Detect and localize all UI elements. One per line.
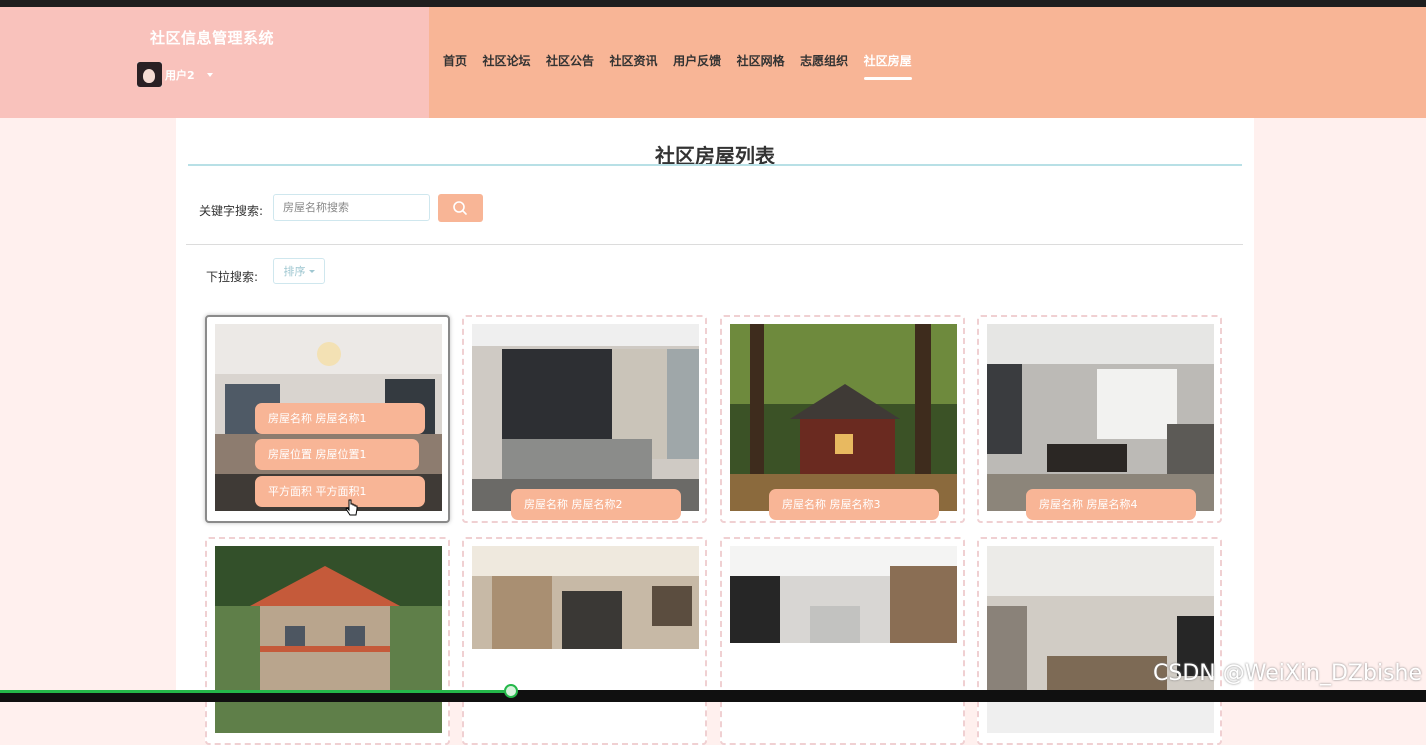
house-location-pill: 房屋位置 房屋位置1 [255, 439, 419, 470]
main-nav: 首页 社区论坛 社区公告 社区资讯 用户反馈 社区网格 志愿组织 社区房屋 [443, 52, 927, 80]
house-card-1[interactable]: 房屋名称 房屋名称1 房屋位置 房屋位置1 平方面积 平方面积1 [205, 315, 450, 523]
mouse-cursor-icon [345, 499, 358, 516]
user-menu[interactable]: 用户2 [137, 62, 213, 87]
video-progress-handle[interactable] [504, 684, 518, 698]
house-image-7 [730, 546, 957, 733]
title-divider [188, 164, 1242, 166]
house-image-2 [472, 324, 699, 511]
video-progress-fill [0, 690, 512, 693]
sort-label: 排序 [283, 265, 306, 278]
chevron-down-icon [206, 72, 213, 77]
nav-home[interactable]: 首页 [443, 52, 467, 69]
house-image-6 [472, 546, 699, 733]
user-name: 用户2 [165, 68, 195, 82]
search-icon [453, 201, 467, 215]
house-image-3 [730, 324, 957, 511]
avatar [137, 62, 162, 87]
dropdown-search-label: 下拉搜索: [206, 270, 259, 284]
nav-forum[interactable]: 社区论坛 [483, 52, 531, 69]
section-divider [186, 244, 1243, 245]
house-card-3[interactable]: 房屋名称 房屋名称3 [720, 315, 965, 523]
search-button[interactable] [438, 194, 483, 222]
house-card-5[interactable] [205, 537, 450, 745]
nav-announcement[interactable]: 社区公告 [546, 52, 594, 69]
house-card-4[interactable]: 房屋名称 房屋名称4 [977, 315, 1222, 523]
window-top-strip [0, 0, 1426, 7]
house-name-pill: 房屋名称 房屋名称3 [769, 489, 939, 520]
house-card-6[interactable] [462, 537, 707, 745]
site-title: 社区信息管理系统 [150, 29, 275, 47]
house-card-8[interactable] [977, 537, 1222, 745]
search-input[interactable] [273, 194, 430, 221]
nav-news[interactable]: 社区资讯 [610, 52, 658, 69]
house-name-pill: 房屋名称 房屋名称4 [1026, 489, 1196, 520]
house-name-pill: 房屋名称 房屋名称1 [255, 403, 425, 434]
watermark: CSDN @WeiXin_DZbishe [1153, 661, 1422, 686]
house-card-7[interactable] [720, 537, 965, 745]
chevron-down-icon [308, 269, 315, 273]
header-brand-area: 社区信息管理系统 用户2 [0, 7, 429, 118]
nav-feedback[interactable]: 用户反馈 [673, 52, 721, 69]
house-card-2[interactable]: 房屋名称 房屋名称2 [462, 315, 707, 523]
house-area-pill: 平方面积 平方面积1 [255, 476, 425, 507]
nav-housing[interactable]: 社区房屋 [863, 52, 912, 80]
house-name-pill: 房屋名称 房屋名称2 [511, 489, 681, 520]
keyword-search-label: 关键字搜索: [199, 204, 264, 218]
house-image-4 [987, 324, 1214, 511]
nav-grid[interactable]: 社区网格 [737, 52, 785, 69]
house-image-5 [215, 546, 442, 733]
sort-dropdown[interactable]: 排序 [273, 258, 325, 284]
nav-volunteer[interactable]: 志愿组织 [800, 52, 848, 69]
house-image-8 [987, 546, 1214, 733]
